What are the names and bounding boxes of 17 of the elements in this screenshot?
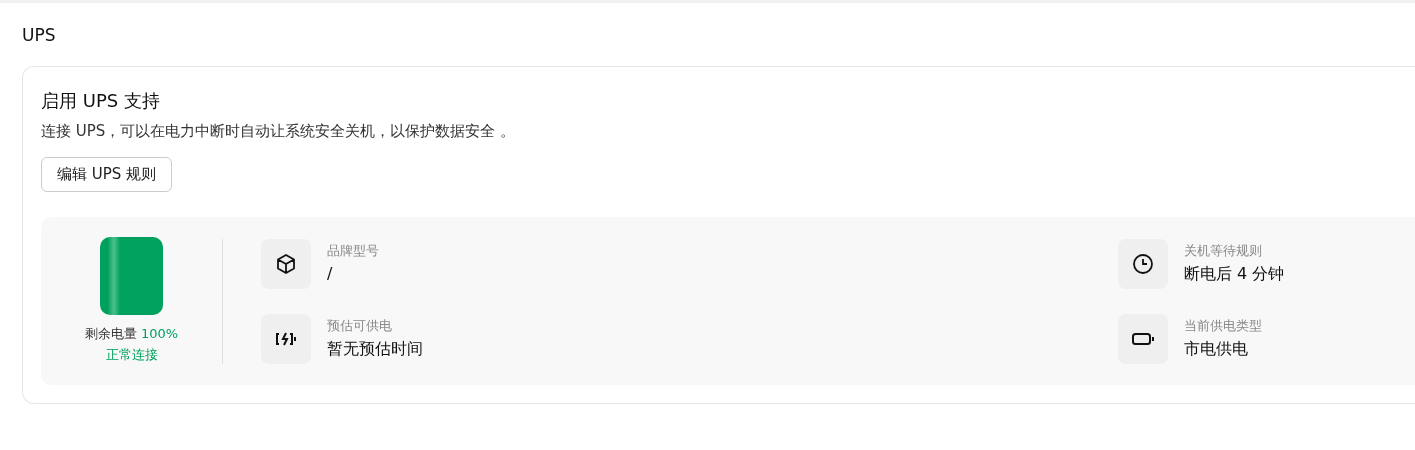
box-icon (274, 251, 298, 276)
card-title: 启用 UPS 支持 (41, 89, 161, 113)
charge-percent: 100% (140, 325, 179, 343)
edit-rules-button[interactable]: 编辑 UPS 规则 (41, 157, 173, 192)
card-description: 连接 UPS，可以在电力中断时自动让系统安全关机，以保护数据安全 。 (41, 121, 517, 141)
info-value: 断电后 4 分钟 (1184, 262, 1285, 285)
charge-label: 剩余电量 (84, 325, 137, 343)
info-value: 暂无预估时间 (327, 337, 423, 360)
section-title: UPS (22, 25, 57, 47)
info-label: 当前供电类型 (1184, 316, 1262, 335)
clock-icon (1131, 251, 1155, 276)
info-label: 关机等待规则 (1184, 241, 1263, 260)
info-label: 预估可供电 (327, 316, 393, 335)
info-value: 市电供电 (1184, 337, 1249, 360)
info-label: 品牌型号 (327, 241, 379, 260)
info-value: / (327, 262, 334, 285)
connection-status: 正常连接 (105, 346, 158, 364)
